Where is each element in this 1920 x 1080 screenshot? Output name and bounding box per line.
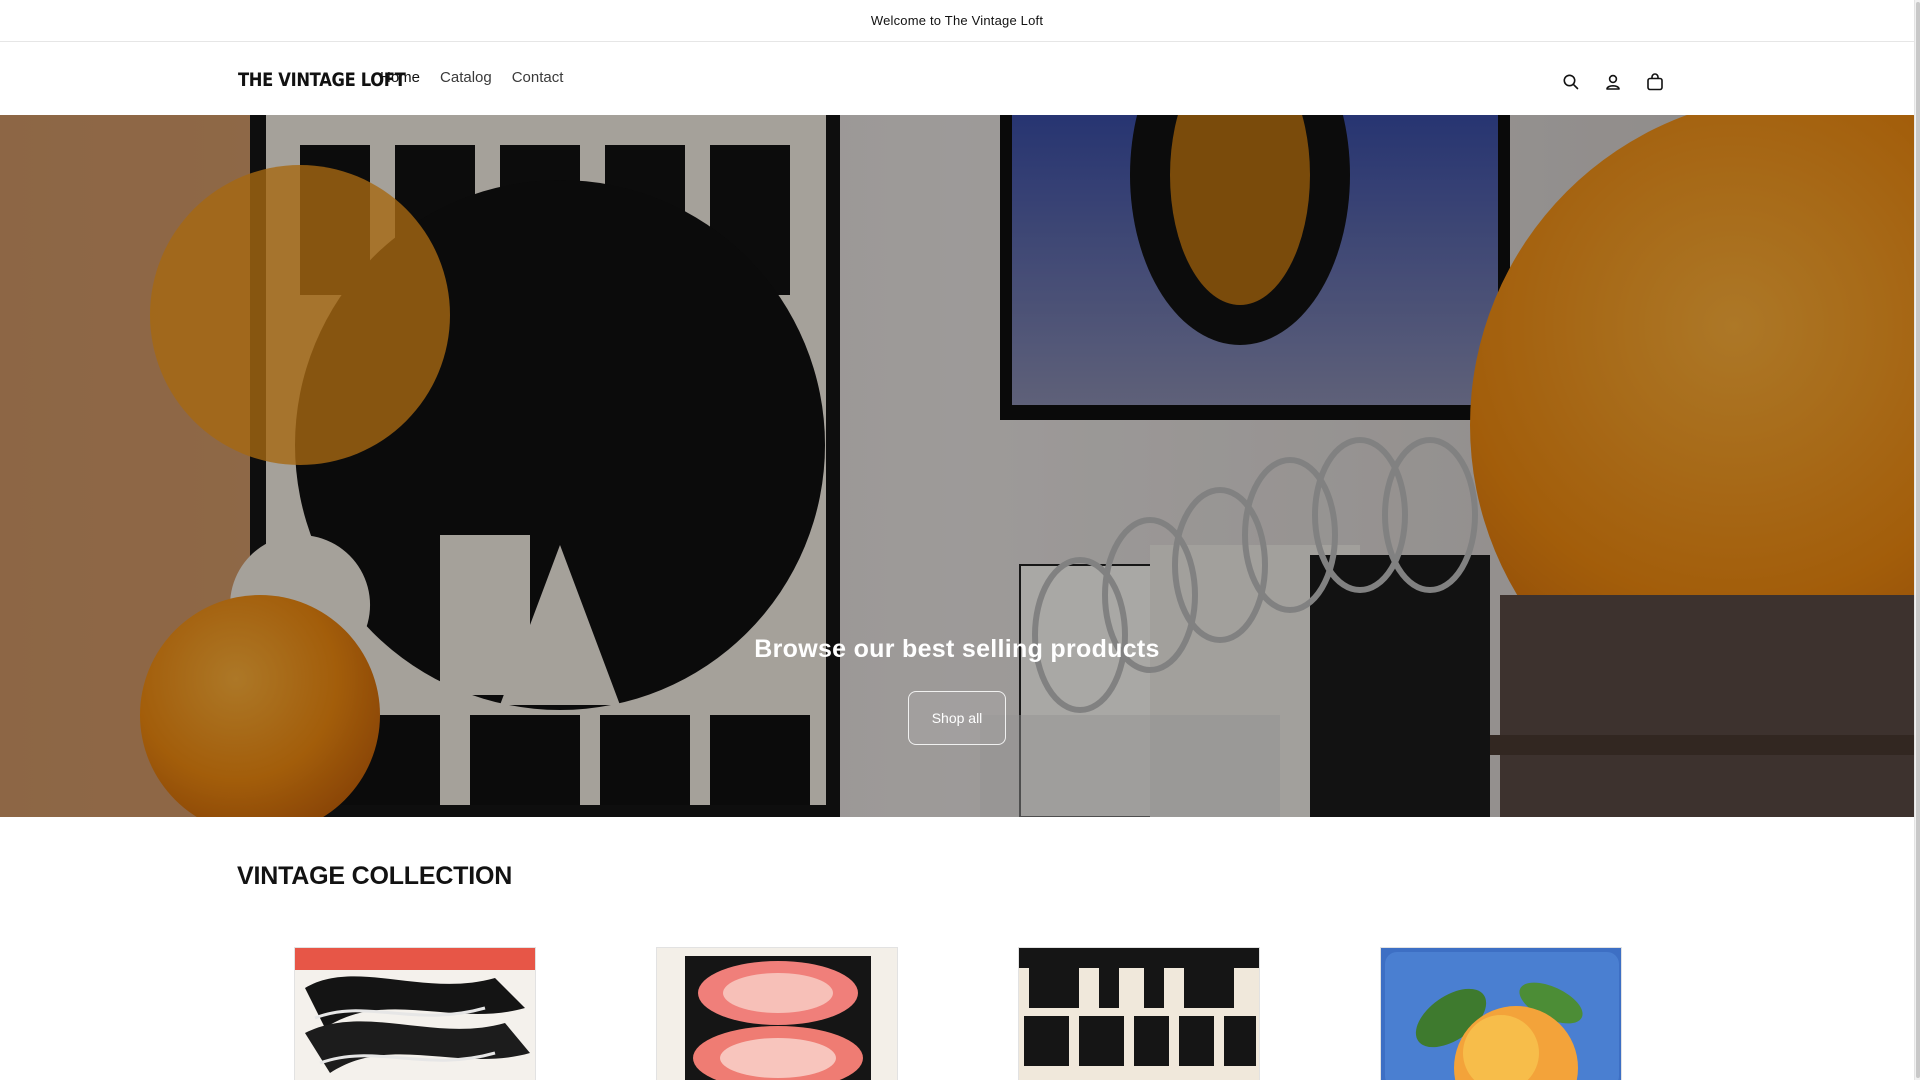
announcement-text: Welcome to The Vintage Loft — [870, 13, 1044, 28]
page-scrollbar[interactable] — [1914, 0, 1920, 1080]
nav-link-home[interactable]: Home — [380, 69, 420, 86]
the-shape-poster-image — [1019, 948, 1259, 1080]
cart-button[interactable] — [1634, 67, 1676, 97]
hero-banner: Browse our best selling products Shop al… — [0, 115, 1914, 817]
hero-title: Browse our best selling products — [754, 635, 1160, 663]
product-card-pink-ripple[interactable] — [656, 947, 898, 1080]
search-icon — [1563, 74, 1579, 90]
account-icon — [1606, 74, 1620, 90]
product-card-the-shape[interactable] — [1018, 947, 1260, 1080]
cart-icon — [1647, 73, 1663, 91]
main-nav: Home Catalog Contact — [380, 69, 583, 86]
product-card-abstract-wave[interactable] — [294, 947, 536, 1080]
announcement-bar: Welcome to The Vintage Loft — [0, 0, 1914, 42]
account-button[interactable] — [1592, 67, 1634, 97]
abstract-wave-poster-image — [295, 948, 535, 1080]
shop-all-button[interactable]: Shop all — [908, 691, 1006, 745]
nav-link-contact[interactable]: Contact — [512, 69, 564, 86]
product-grid — [0, 947, 1914, 1080]
site-header: THE VINTAGE LOFT Home Catalog Contact — [0, 43, 1914, 115]
scrollbar-thumb[interactable] — [1916, 2, 1920, 1078]
collection-title: VINTAGE COLLECTION — [237, 862, 513, 890]
peach-illustration-poster-image — [1381, 948, 1621, 1080]
search-button[interactable] — [1550, 67, 1592, 97]
product-card-peach[interactable] — [1380, 947, 1622, 1080]
pink-ripple-poster-image — [657, 948, 897, 1080]
header-icons — [1550, 67, 1676, 97]
nav-link-catalog[interactable]: Catalog — [440, 69, 492, 86]
